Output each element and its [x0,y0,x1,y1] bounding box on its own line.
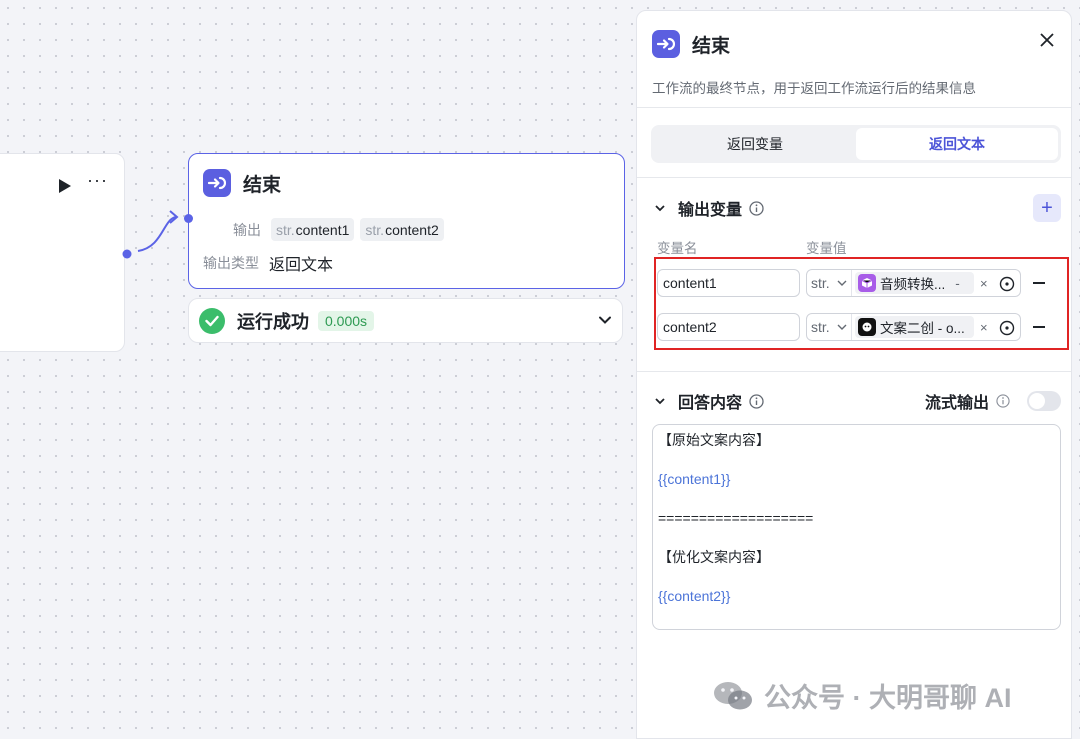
watermark-text: 公众号 · 大明哥聊 AI [764,683,1012,713]
run-status-bar[interactable]: 运行成功 0.000s [188,298,623,343]
answer-content-title: 回答内容 [678,395,743,412]
variable-name-input[interactable]: content1 [657,269,800,297]
chevron-down-icon [837,280,847,286]
output-variables-title: 输出变量 [678,202,743,219]
end-node-title: 结束 [243,174,282,196]
input-port[interactable] [183,213,194,224]
chevron-down-icon [837,324,847,330]
variable-row: content1 str. 音频转换... - × [657,268,1045,298]
answer-content-editor[interactable]: 【原始文案内容】 {{content1}} ==================… [652,424,1061,630]
type-select[interactable]: str. [807,314,852,340]
end-node-icon [652,30,680,58]
output-variables-header[interactable]: 输出变量 [654,196,764,220]
variable-reference-chip[interactable]: 文案二创 - o... [855,316,974,338]
node-settings-panel: 结束 工作流的最终节点，用于返回工作流运行后的结果信息 返回变量 返回文本 输出… [636,10,1072,739]
info-icon[interactable] [996,394,1010,408]
watermark: 公众号 · 大明哥聊 AI [712,676,1012,715]
previous-node[interactable]: ··· [0,153,125,352]
variable-name-input[interactable]: content2 [657,313,800,341]
run-time-badge: 0.000s [318,310,375,331]
check-icon [199,307,225,334]
stream-output-label: 流式输出 [925,395,990,412]
divider [637,107,1071,108]
variable-reference-chip[interactable]: 音频转换... - [855,272,974,294]
output-type-value: 返回文本 [269,257,334,274]
variable-row: content2 str. 文案二创 - o... × [657,312,1045,342]
end-node-icon [203,169,231,197]
tab-return-variables[interactable]: 返回变量 [654,128,856,160]
target-icon[interactable] [999,320,1015,336]
toggle-knob [1029,393,1045,409]
divider [637,177,1071,178]
divider [637,371,1071,372]
column-header-name: 变量名 [657,241,698,256]
panel-title: 结束 [692,35,731,57]
remove-variable-button[interactable] [1033,282,1045,284]
add-variable-button[interactable]: + [1033,194,1061,222]
output-chip-content1: str. content1 [271,218,355,241]
answer-line: 【优化文案内容】 [658,549,770,565]
answer-line-variable: {{content2}} [658,588,731,604]
cube-icon [858,274,876,292]
run-status-text: 运行成功 [237,311,309,332]
answer-content-header[interactable]: 回答内容 [654,389,764,413]
info-icon[interactable] [749,200,764,216]
wechat-icon [714,681,752,709]
close-icon[interactable] [1040,33,1054,47]
node-connector [122,210,179,259]
column-header-value: 变量值 [806,241,847,256]
variable-value-field[interactable]: str. 文案二创 - o... × [806,313,1021,341]
output-type-label: 输出类型 [203,255,259,271]
panel-description: 工作流的最终节点，用于返回工作流运行后的结果信息 [652,81,976,96]
answer-line: =================== [658,510,814,526]
chevron-down-icon[interactable] [598,313,612,327]
stream-output-toggle[interactable] [1027,391,1061,411]
target-icon[interactable] [999,276,1015,292]
close-icon[interactable]: × [980,320,988,335]
play-icon[interactable] [59,179,71,193]
answer-line-variable: {{content1}} [658,471,731,487]
chevron-down-icon[interactable] [654,395,666,407]
info-icon[interactable] [749,393,764,409]
answer-line: 【原始文案内容】 [658,432,770,448]
variable-value-field[interactable]: str. 音频转换... - × [806,269,1021,297]
output-chip-content2: str. content2 [360,218,444,241]
bot-icon [858,318,876,336]
tab-return-text[interactable]: 返回文本 [856,128,1058,160]
chevron-down-icon[interactable] [654,202,666,214]
remove-variable-button[interactable] [1033,326,1045,328]
more-icon[interactable]: ··· [87,170,108,191]
type-select[interactable]: str. [807,270,852,296]
output-label: 输出 [233,221,261,238]
stream-output-label-group: 流式输出 [925,389,1010,413]
end-node-card[interactable]: 结束 输出 str. content1 str. content2 输出类型 返回文… [184,153,625,289]
close-icon[interactable]: × [980,276,988,291]
return-mode-tabs: 返回变量 返回文本 [651,125,1061,163]
